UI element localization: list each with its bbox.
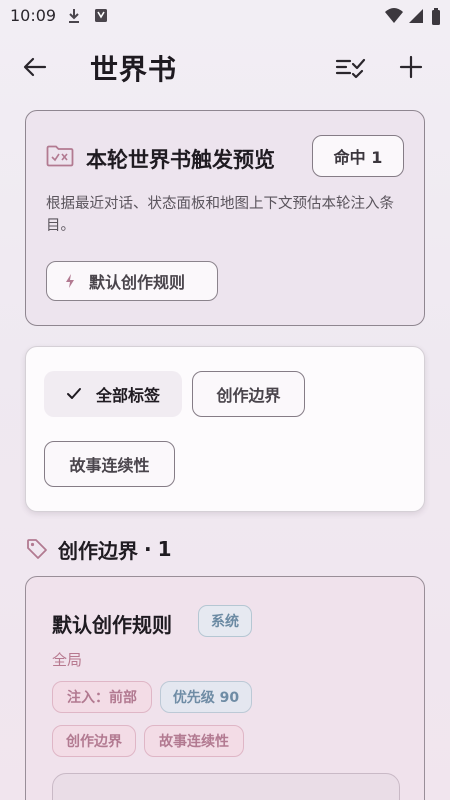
top-app-bar: 世界书 [0,40,450,96]
tag-icon [27,539,47,559]
section-count: 1 [157,537,172,561]
filter-chip-all[interactable]: 全部标签 [44,371,182,417]
download-icon [69,9,79,23]
tag-filter-card: 全部标签 创作边界 故事连续性 [25,346,425,512]
status-bar: 10:09 [0,0,450,32]
trigger-preview-card: 本轮世界书触发预览 命中 1 根据最近对话、状态面板和地图上下文预估本轮注入条目… [25,110,425,326]
back-arrow-icon[interactable] [20,52,50,82]
page-title: 世界书 [90,53,178,86]
rule-chip-label: 默认创作规则 [89,273,186,292]
preview-title: 本轮世界书触发预览 [86,148,275,172]
section-header: 创作边界 · 1 [26,534,172,564]
wifi-icon [385,8,403,23]
entry-content-box [52,773,400,800]
filter-chip-all-label: 全部标签 [95,386,160,405]
entry-title: 默认创作规则 [52,613,172,637]
system-badge: 系统 [198,605,252,637]
filter-chip-border[interactable]: 创作边界 [192,371,305,417]
hit-count-chip[interactable]: 命中 1 [312,135,404,177]
entry-tag: 创作边界 [52,725,136,757]
inject-position-badge: 注入：前部 [52,681,152,713]
folder-x-icon [46,145,74,167]
status-time: 10:09 [10,6,57,25]
default-rule-chip[interactable]: 默认创作规则 [46,261,218,301]
check-icon [66,388,81,399]
notification-icon [95,9,107,22]
priority-badge: 优先级 90 [160,681,252,713]
select-all-icon[interactable] [334,52,366,82]
entry-card[interactable]: 默认创作规则 系统 全局 注入：前部 优先级 90 创作边界 故事连续性 [25,576,425,800]
entry-tag: 故事连续性 [144,725,244,757]
preview-description: 根据最近对话、状态面板和地图上下文预估本轮注入条目。 [46,196,394,234]
entry-scope: 全局 [52,651,83,669]
section-title: 创作边界 [58,538,138,563]
filter-chip-story[interactable]: 故事连续性 [44,441,175,487]
battery-icon [432,8,440,25]
signal-icon [409,9,423,23]
plus-icon[interactable] [396,52,426,82]
bolt-icon [66,274,74,288]
section-separator: · [144,537,152,561]
